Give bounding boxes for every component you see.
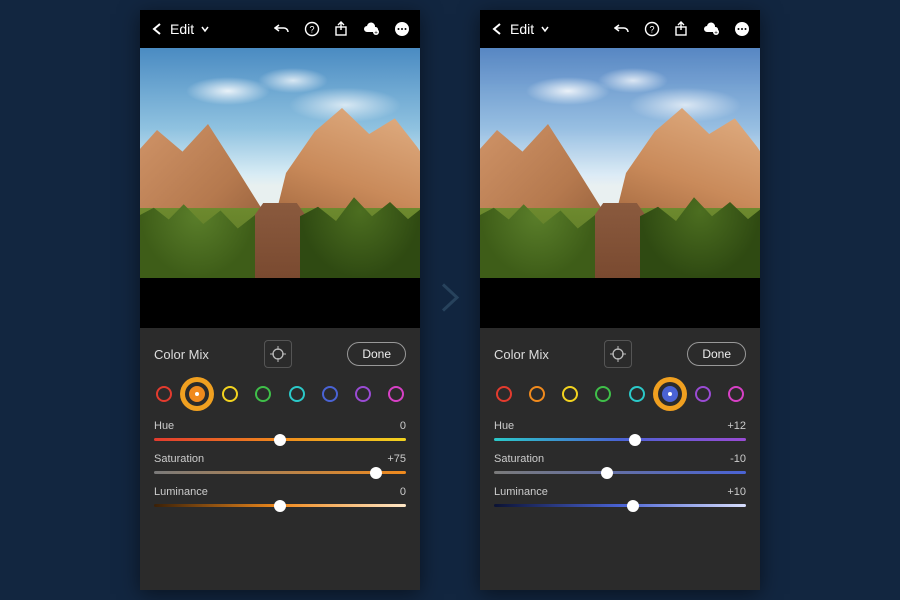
- edit-menu-label[interactable]: Edit: [510, 21, 534, 37]
- hue-slider[interactable]: Hue +12: [494, 420, 746, 441]
- svg-text:?: ?: [649, 25, 654, 35]
- panel-title: Color Mix: [154, 347, 209, 362]
- color-swatch[interactable]: [695, 386, 711, 402]
- hue-label: Hue: [494, 420, 514, 432]
- share-icon[interactable]: [334, 21, 348, 37]
- spacer: [140, 278, 420, 328]
- edit-menu-label[interactable]: Edit: [170, 21, 194, 37]
- phone-right: Edit ? + Color Mix Done Hue +12: [480, 10, 760, 590]
- color-swatch[interactable]: [562, 386, 578, 402]
- luminance-label: Luminance: [154, 486, 208, 498]
- targeted-adjustment-button[interactable]: [604, 340, 632, 368]
- hue-value: 0: [400, 420, 406, 432]
- color-swatch-row: [494, 382, 746, 420]
- color-swatch[interactable]: [388, 386, 404, 402]
- color-swatch[interactable]: [289, 386, 305, 402]
- luminance-slider[interactable]: Luminance +10: [494, 486, 746, 507]
- color-swatch[interactable]: [728, 386, 744, 402]
- svg-text:+: +: [714, 31, 718, 37]
- color-mix-panel: Color Mix Done Hue 0 Saturation +75 Lumina…: [140, 328, 420, 590]
- undo-icon[interactable]: [274, 22, 290, 36]
- hue-label: Hue: [154, 420, 174, 432]
- preview-image: [480, 48, 760, 278]
- cloud-sync-icon[interactable]: +: [362, 22, 380, 36]
- saturation-slider[interactable]: Saturation -10: [494, 453, 746, 474]
- saturation-label: Saturation: [494, 453, 544, 465]
- color-swatch[interactable]: [595, 386, 611, 402]
- back-icon[interactable]: [150, 22, 164, 36]
- panel-title: Color Mix: [494, 347, 549, 362]
- preview-image: [140, 48, 420, 278]
- more-icon[interactable]: [734, 21, 750, 37]
- svg-text:+: +: [374, 31, 378, 37]
- chevron-down-icon[interactable]: [200, 24, 210, 34]
- luminance-value: +10: [727, 486, 746, 498]
- top-bar: Edit ? +: [140, 10, 420, 48]
- hue-value: +12: [727, 420, 746, 432]
- share-icon[interactable]: [674, 21, 688, 37]
- chevron-down-icon[interactable]: [540, 24, 550, 34]
- done-button[interactable]: Done: [347, 342, 406, 366]
- luminance-value: 0: [400, 486, 406, 498]
- top-bar: Edit ? +: [480, 10, 760, 48]
- phone-left: Edit ? + Color Mix Done Hue 0: [140, 10, 420, 590]
- hue-slider[interactable]: Hue 0: [154, 420, 406, 441]
- help-icon[interactable]: ?: [304, 21, 320, 37]
- color-swatch[interactable]: [189, 386, 205, 402]
- luminance-slider[interactable]: Luminance 0: [154, 486, 406, 507]
- color-swatch[interactable]: [496, 386, 512, 402]
- luminance-label: Luminance: [494, 486, 548, 498]
- color-swatch[interactable]: [529, 386, 545, 402]
- back-icon[interactable]: [490, 22, 504, 36]
- spacer: [480, 278, 760, 328]
- color-swatch[interactable]: [662, 386, 678, 402]
- cloud-sync-icon[interactable]: +: [702, 22, 720, 36]
- saturation-value: -10: [730, 453, 746, 465]
- arrow-right-icon: [439, 281, 461, 320]
- color-swatch-row: [154, 382, 406, 420]
- color-swatch[interactable]: [355, 386, 371, 402]
- targeted-adjustment-button[interactable]: [264, 340, 292, 368]
- color-mix-panel: Color Mix Done Hue +12 Saturation -10 Lumi…: [480, 328, 760, 590]
- svg-text:?: ?: [309, 25, 314, 35]
- help-icon[interactable]: ?: [644, 21, 660, 37]
- undo-icon[interactable]: [614, 22, 630, 36]
- color-swatch[interactable]: [156, 386, 172, 402]
- saturation-value: +75: [387, 453, 406, 465]
- saturation-slider[interactable]: Saturation +75: [154, 453, 406, 474]
- done-button[interactable]: Done: [687, 342, 746, 366]
- more-icon[interactable]: [394, 21, 410, 37]
- color-swatch[interactable]: [322, 386, 338, 402]
- color-swatch[interactable]: [222, 386, 238, 402]
- color-swatch[interactable]: [629, 386, 645, 402]
- saturation-label: Saturation: [154, 453, 204, 465]
- color-swatch[interactable]: [255, 386, 271, 402]
